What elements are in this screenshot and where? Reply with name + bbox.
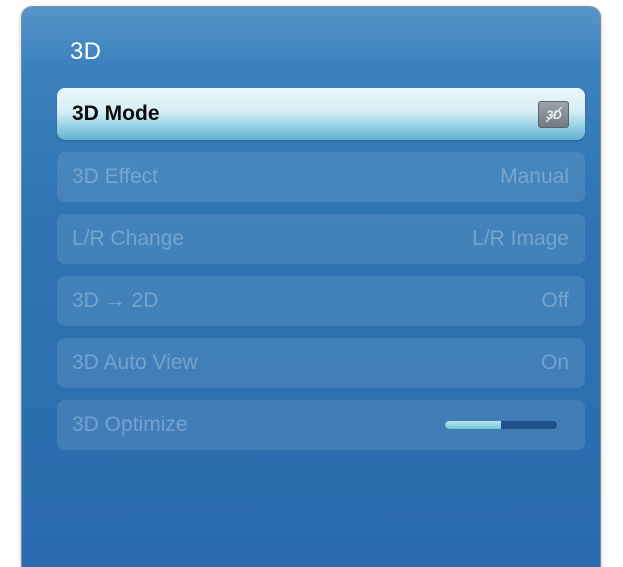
menu-item-label: 3D Effect — [72, 165, 158, 188]
menu-item-label: 3D → 2D — [72, 289, 159, 312]
3d-mode-off-icon: 3D — [538, 100, 569, 128]
menu-item-3d-to-2d[interactable]: 3D → 2D Off — [57, 276, 585, 326]
menu-item-label: L/R Change — [72, 227, 185, 250]
3d-optimize-slider[interactable] — [445, 421, 557, 429]
menu-item-value: Manual — [500, 165, 569, 188]
3d-settings-panel: 3D 3D Mode 3D 3D Effect Manual L/R Chang… — [22, 7, 600, 567]
menu-item-value: Off — [541, 289, 569, 312]
menu-item-label: 3D Mode — [72, 102, 160, 125]
menu-item-3d-auto-view[interactable]: 3D Auto View On — [57, 338, 585, 388]
menu-item-lr-change[interactable]: L/R Change L/R Image — [57, 214, 585, 264]
menu-item-label: 3D Optimize — [72, 413, 188, 436]
menu-item-label: 3D Auto View — [72, 351, 198, 374]
menu-item-value: On — [540, 351, 569, 374]
menu-item-value: L/R Image — [472, 227, 569, 250]
menu-item-3d-optimize[interactable]: 3D Optimize — [57, 400, 585, 450]
slider-fill — [445, 421, 501, 429]
settings-menu: 3D Mode 3D 3D Effect Manual L/R Change L… — [57, 88, 585, 462]
menu-item-3d-mode[interactable]: 3D Mode 3D — [57, 88, 585, 140]
panel-title: 3D — [70, 38, 102, 65]
menu-item-3d-effect[interactable]: 3D Effect Manual — [57, 152, 585, 202]
